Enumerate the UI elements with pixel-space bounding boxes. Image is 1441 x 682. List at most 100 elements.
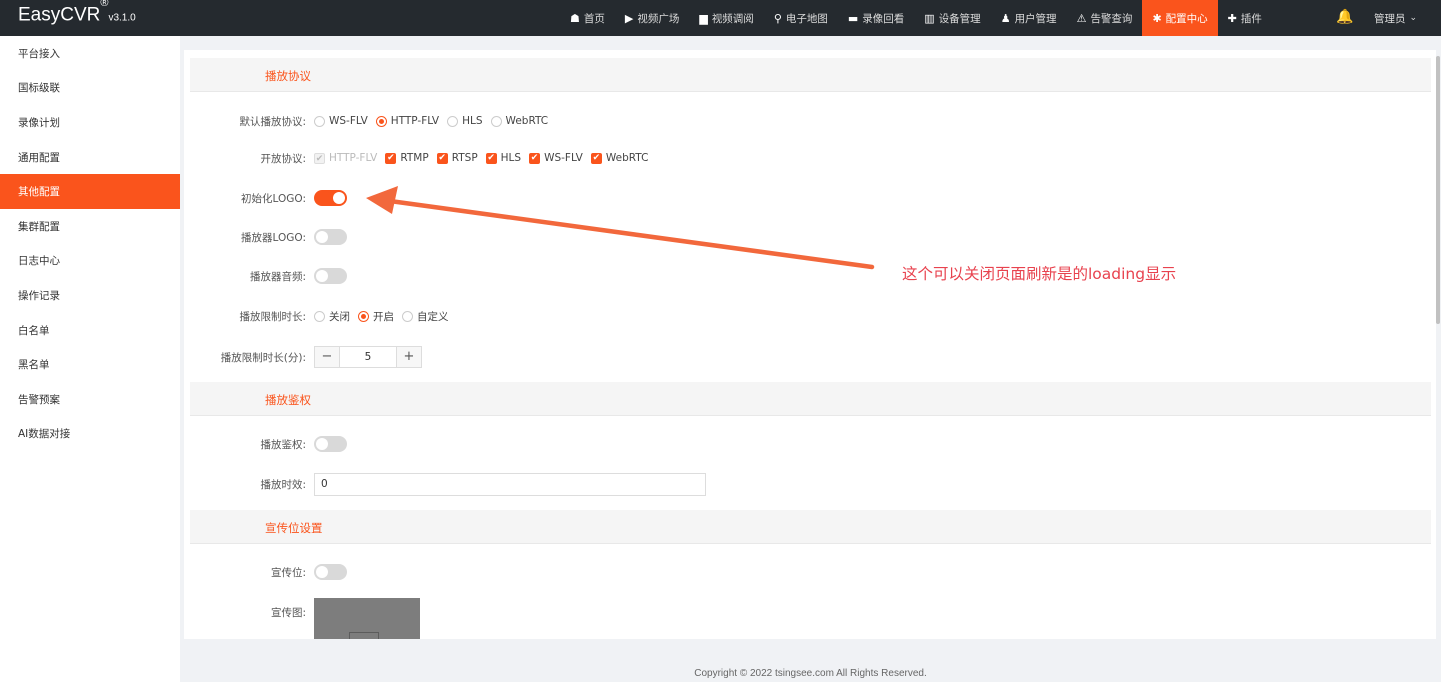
nav-item-8[interactable]: ✱ 配置中心 [1142,0,1218,36]
nav-label: 告警查询 [1090,12,1133,25]
open-protocol-checkbox[interactable]: ✔ WS-FLV [529,152,583,164]
nav-icon: ▶ [624,11,634,25]
nav-label: 视频调阅 [711,12,754,25]
sidebar-item-0[interactable]: 平台接入 [0,36,180,71]
radio-label: 开启 [373,310,394,323]
play-limit-minutes-input[interactable]: 5 [339,347,397,367]
bell-icon[interactable]: 🔔 [1336,9,1353,25]
nav-item-9[interactable]: ✚ 插件 [1218,0,1272,36]
row-player-logo: 播放器LOGO: [184,225,1436,249]
default-protocol-radio[interactable]: WebRTC [490,115,548,127]
open-protocol-checkbox[interactable]: ✔ RTSP [436,152,478,164]
increment-button[interactable]: + [397,347,421,367]
chevron-down-icon: ⌄ [1409,13,1418,23]
row-default-protocol: 默认播放协议: WS-FLV HTTP-FLV HLS WebRTC [184,109,1436,133]
checkbox-box: ✔ [590,152,602,164]
field-label: 初始化LOGO: [241,192,306,205]
field-label: 播放时效: [260,478,306,491]
section-header-playback: 播放协议 [190,58,1431,92]
sidebar-item-5[interactable]: 集群配置 [0,209,180,244]
nav-item-6[interactable]: ♟ 用户管理 [991,0,1067,36]
sidebar-item-7[interactable]: 操作记录 [0,278,180,313]
app-name: EasyCVR [18,4,101,26]
checkbox-label: HLS [500,152,522,164]
nav-icon: ▆ [699,11,708,25]
play-limit-radio[interactable]: 自定义 [402,309,449,324]
nav-icon: ⚠ [1076,11,1087,25]
section-header-promo: 宣传位设置 [190,510,1431,544]
nav-icon: ▬ [847,11,859,25]
nav-item-0[interactable]: ☗ 首页 [560,0,615,36]
sidebar-item-3[interactable]: 通用配置 [0,140,180,175]
radio-dot [402,310,413,322]
scrollbar-thumb[interactable] [1436,56,1440,324]
sidebar: 平台接入 国标级联 录像计划 通用配置 其他配置 集群配置 日志中心 操作记录 白名单 黑名单 告警… [0,36,180,682]
radio-label: 关闭 [329,310,350,323]
radio-label: WS-FLV [329,115,368,127]
play-limit-radio[interactable]: 关闭 [314,309,350,324]
nav-item-3[interactable]: ⚲ 电子地图 [764,0,838,36]
sidebar-item-8[interactable]: 白名单 [0,313,180,348]
open-protocol-checkbox[interactable]: ✔ RTMP [385,152,429,164]
open-protocol-checkbox: ✔ HTTP-FLV [314,152,377,164]
checkbox-label: WebRTC [605,152,649,164]
app-logo[interactable]: EasyCVR® v3.1.0 [18,0,136,26]
player-logo-switch[interactable] [314,229,347,245]
footer-copyright: Copyright © 2022 tsingsee.com All Rights… [694,668,927,679]
init-logo-switch[interactable] [314,190,347,206]
row-play-valid: 播放时效: 0 [184,472,1436,496]
row-play-limit-minutes: 播放限制时长(分): − 5 + [184,345,1436,369]
default-protocol-radio[interactable]: HTTP-FLV [375,115,440,127]
nav-item-5[interactable]: ▥ 设备管理 [914,0,990,36]
checkbox-label: WS-FLV [544,152,583,164]
sidebar-item-4[interactable]: 其他配置 [0,174,180,209]
field-label: 播放限制时长: [239,310,306,323]
checkbox-label: RTSP [451,152,478,164]
row-play-auth: 播放鉴权: [184,432,1436,456]
nav-item-4[interactable]: ▬ 录像回看 [838,0,914,36]
sidebar-item-1[interactable]: 国标级联 [0,71,180,106]
image-placeholder-icon [349,632,379,639]
app-version: v3.1.0 [108,12,136,24]
open-protocol-checkbox[interactable]: ✔ HLS [485,152,522,164]
play-auth-switch[interactable] [314,436,347,452]
sidebar-item-10[interactable]: 告警预案 [0,382,180,417]
radio-dot [314,115,325,127]
sidebar-item-9[interactable]: 黑名单 [0,347,180,382]
promo-switch[interactable] [314,564,347,580]
top-navbar: EasyCVR®v3.1.0 ☗ 首页 ▶ 视频广场 ▆ 视频调阅 ⚲ 电子地图 ▬ 录像回看 ▥ 设… [0,0,1441,36]
nav-item-1[interactable]: ▶ 视频广场 [615,0,689,36]
sidebar-item-11[interactable]: AI数据对接 [0,417,180,452]
user-menu[interactable]: 管理员 ⌄ [1374,0,1417,36]
open-protocol-checkbox[interactable]: ✔ WebRTC [590,152,649,164]
default-protocol-radio[interactable]: HLS [447,115,483,127]
play-limit-radio[interactable]: 开启 [358,309,394,324]
play-valid-input[interactable]: 0 [314,472,706,496]
nav-icon: ⚲ [773,11,782,25]
user-name: 管理员 [1374,12,1406,25]
promo-image-upload[interactable] [314,598,420,639]
sidebar-item-6[interactable]: 日志中心 [0,244,180,279]
checkbox-box: ✔ [314,152,325,164]
decrement-button[interactable]: − [315,347,339,367]
open-protocol-checkbox-group: ✔ HTTP-FLV ✔ RTMP ✔ RTSP ✔ HLS ✔ WS-FLV ✔ WebRTC [314,152,656,164]
checkbox-box: ✔ [485,152,497,164]
config-panel: 播放协议 默认播放协议: WS-FLV HTTP-FLV HLS WebRTC 开放协… [184,50,1436,639]
radio-dot [447,115,459,127]
default-protocol-radio-group: WS-FLV HTTP-FLV HLS WebRTC [314,115,556,127]
nav-label: 用户管理 [1014,12,1057,25]
checkbox-label: HTTP-FLV [329,152,378,164]
nav-item-7[interactable]: ⚠ 告警查询 [1067,0,1143,36]
section-title: 宣传位设置 [265,521,323,535]
nav-label: 录像回看 [862,12,905,25]
nav-item-2[interactable]: ▆ 视频调阅 [689,0,763,36]
default-protocol-radio[interactable]: WS-FLV [314,115,368,127]
player-audio-switch[interactable] [314,268,347,284]
radio-dot [314,310,325,322]
sidebar-item-2[interactable]: 录像计划 [0,105,180,140]
radio-label: HTTP-FLV [390,115,440,127]
radio-dot [490,115,502,127]
field-label: 播放限制时长(分): [220,351,306,364]
checkbox-box: ✔ [529,152,541,164]
nav-icon: ▥ [924,11,935,25]
